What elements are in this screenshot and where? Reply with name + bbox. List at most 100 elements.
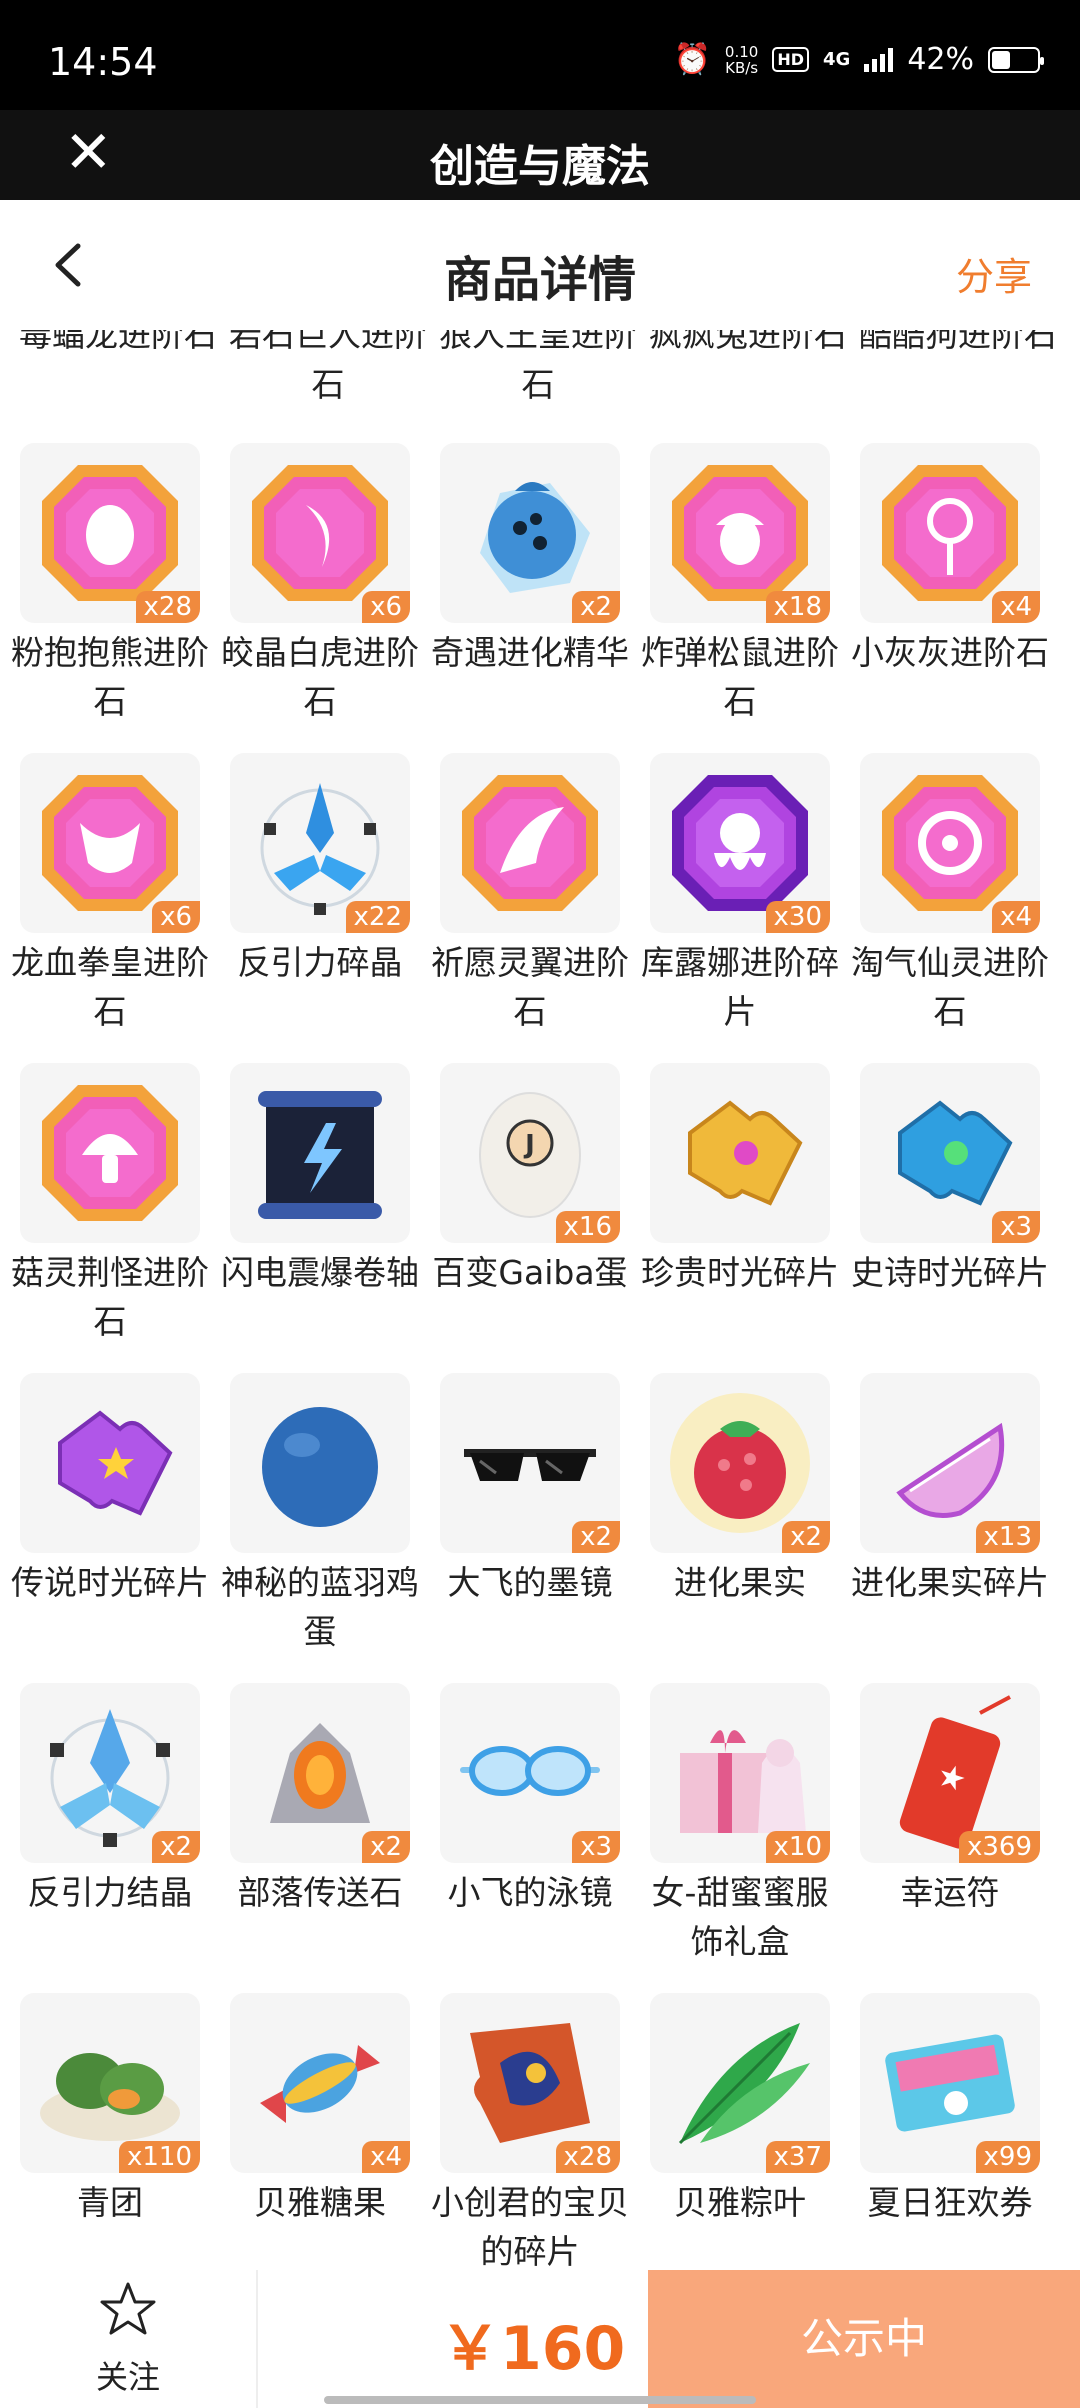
- quantity-badge: x18: [765, 591, 830, 623]
- item-thumbnail: x6: [20, 753, 200, 933]
- battery-icon: [988, 46, 1044, 73]
- app-header: ✕ 创造与魔法: [0, 110, 1080, 200]
- item-thumbnail: x4: [860, 753, 1040, 933]
- item-name: 皎晶白虎进阶石: [221, 633, 419, 721]
- favorite-label: 关注: [95, 2358, 160, 2396]
- hd-icon: HD: [772, 47, 809, 72]
- item-thumbnail: x13: [860, 1373, 1040, 1553]
- item-name: 龙血拳皇进阶石: [11, 943, 209, 1031]
- item-name: 夏日狂欢券: [867, 2183, 1033, 2222]
- network-speed: 0.10 KB/s: [725, 44, 758, 76]
- bottom-bar: 关注 ￥160 公示中: [0, 2270, 1080, 2408]
- item-thumbnail: x22: [230, 753, 410, 933]
- item-name: 进化果实: [674, 1563, 806, 1602]
- item-thumbnail: x2: [440, 1373, 620, 1553]
- item-name: 库露娜进阶碎片: [641, 943, 839, 1031]
- quantity-badge: x13: [975, 1521, 1040, 1553]
- partial-item-label: 酷酷狗进阶石: [859, 330, 1057, 354]
- partial-item-label: 疯疯兔进阶石: [649, 330, 847, 354]
- partial-row: 毒蝠龙进阶石 岩石巨人进阶石 狼人王皇进阶石 疯疯兔进阶石 酷酷狗进阶石: [0, 330, 1080, 410]
- item-name: 大飞的墨镜: [447, 1563, 613, 1602]
- item-name: 反引力碎晶: [237, 943, 403, 982]
- blue-egg-icon: [262, 1407, 378, 1527]
- page-title: 商品详情: [443, 252, 636, 308]
- pink-gem-mushroom-icon: [42, 1085, 178, 1221]
- item-name: 反引力结晶: [27, 1873, 193, 1912]
- quantity-badge: x2: [782, 1521, 830, 1553]
- status-indicators: ⏰ 0.10 KB/s HD 4G 42%: [673, 42, 1044, 77]
- item-thumbnail: x10: [650, 1683, 830, 1863]
- item-name: 祈愿灵翼进阶石: [431, 943, 629, 1031]
- quantity-badge: x2: [362, 1831, 410, 1863]
- item-thumbnail: x18: [650, 443, 830, 623]
- item-thumbnail: [20, 1063, 200, 1243]
- status-bar: 14:54 ⏰ 0.10 KB/s HD 4G 42%: [0, 0, 1080, 110]
- partial-item-label: 岩石巨人进阶石: [229, 330, 427, 404]
- item-name: 小创君的宝贝的碎片: [431, 2183, 629, 2270]
- item-name: 闪电震爆卷轴: [221, 1253, 419, 1292]
- quantity-badge: x99: [975, 2141, 1040, 2173]
- item-name: 贝雅粽叶: [674, 2183, 806, 2222]
- item-thumbnail: [650, 1063, 830, 1243]
- item-thumbnail: Jx16: [440, 1063, 620, 1243]
- item-thumbnail: x2: [440, 443, 620, 623]
- lightning-scroll-icon: [258, 1091, 382, 1219]
- share-button[interactable]: 分享: [956, 246, 1032, 301]
- item-name: 粉抱抱熊进阶石: [11, 633, 209, 721]
- item-thumbnail: x2: [650, 1373, 830, 1553]
- item-thumbnail: x4: [860, 443, 1040, 623]
- quantity-badge: x2: [152, 1831, 200, 1863]
- item-thumbnail: x3: [860, 1063, 1040, 1243]
- quantity-badge: x37: [765, 2141, 830, 2173]
- quantity-badge: x28: [135, 591, 200, 623]
- item-name: 史诗时光碎片: [851, 1253, 1049, 1292]
- quantity-badge: x6: [152, 901, 200, 933]
- quantity-badge: x6: [362, 591, 410, 623]
- quantity-badge: x2: [572, 591, 620, 623]
- item-thumbnail: x4: [230, 1993, 410, 2173]
- app-title: 创造与魔法: [430, 141, 650, 192]
- item-name: 淘气仙灵进阶石: [851, 943, 1049, 1031]
- item-thumbnail: x37: [650, 1993, 830, 2173]
- item-name: 神秘的蓝羽鸡蛋: [221, 1563, 419, 1651]
- page-header: 商品详情 分享: [0, 200, 1080, 330]
- item-name: 珍贵时光碎片: [641, 1253, 839, 1292]
- gold-puzzle-piece-icon: [688, 1100, 803, 1206]
- divider: [256, 2270, 258, 2408]
- item-name: 女-甜蜜蜜服饰礼盒: [651, 1873, 829, 1961]
- quantity-badge: x3: [992, 1211, 1040, 1243]
- quantity-badge: x3: [572, 1831, 620, 1863]
- svg-text:J: J: [523, 1130, 535, 1160]
- purple-puzzle-piece-icon: [58, 1410, 173, 1516]
- quantity-badge: x110: [118, 2141, 200, 2173]
- item-name: 小飞的泳镜: [447, 1873, 613, 1912]
- quantity-badge: x10: [765, 1831, 830, 1863]
- home-indicator: [324, 2396, 756, 2404]
- signal-icon: [864, 47, 894, 72]
- item-name: 小灰灰进阶石: [851, 633, 1049, 672]
- item-thumbnail: [20, 1373, 200, 1553]
- item-name: 菇灵荆怪进阶石: [11, 1253, 209, 1341]
- alarm-icon: ⏰: [673, 42, 711, 77]
- item-thumbnail: x2: [230, 1683, 410, 1863]
- item-thumbnail: x2: [20, 1683, 200, 1863]
- item-name: 部落传送石: [237, 1873, 403, 1912]
- item-thumbnail: x28: [20, 443, 200, 623]
- item-name: 进化果实碎片: [851, 1563, 1049, 1602]
- pink-gem-wing-icon: [462, 775, 598, 911]
- status-time: 14:54: [48, 40, 158, 84]
- network-type: 4G: [823, 49, 851, 70]
- quantity-badge: x30: [765, 901, 830, 933]
- quantity-badge: x369: [958, 1831, 1040, 1863]
- item-thumbnail: x99: [860, 1993, 1040, 2173]
- item-thumbnail: [230, 1373, 410, 1553]
- favorite-button[interactable]: 关注: [0, 2270, 256, 2408]
- partial-item-label: 狼人王皇进阶石: [439, 330, 637, 404]
- item-thumbnail: x6: [230, 443, 410, 623]
- quantity-badge: x2: [572, 1521, 620, 1553]
- public-notice-button[interactable]: 公示中: [648, 2270, 1080, 2408]
- item-grid-scroll[interactable]: 毒蝠龙进阶石 岩石巨人进阶石 狼人王皇进阶石 疯疯兔进阶石 酷酷狗进阶石 x28…: [0, 330, 1080, 2270]
- network-speed-unit: KB/s: [725, 58, 759, 77]
- item-name: 青团: [77, 2183, 143, 2222]
- network-speed-value: 0.10: [724, 42, 759, 61]
